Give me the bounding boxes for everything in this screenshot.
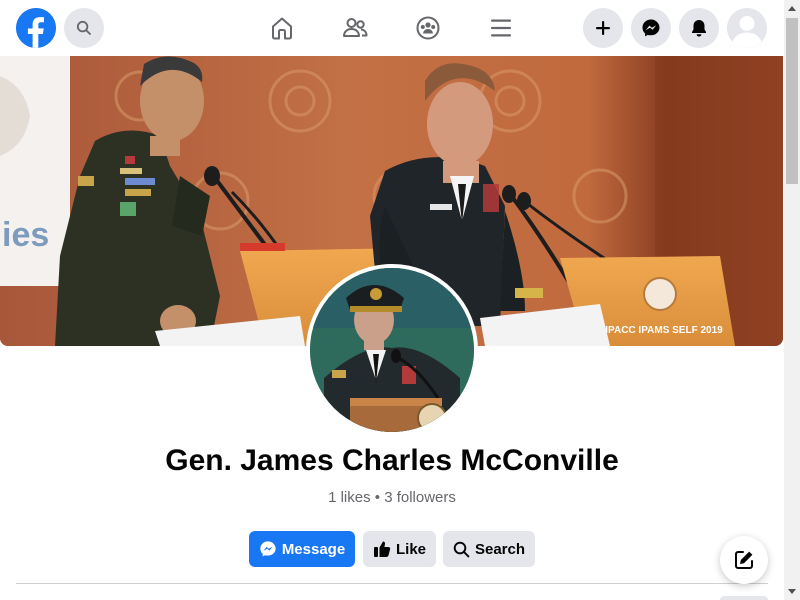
messenger-button[interactable]: [631, 8, 671, 48]
create-button[interactable]: [583, 8, 623, 48]
cover-backdrop-text: ies: [2, 216, 49, 254]
search-icon: [453, 541, 470, 558]
scroll-down-arrow-icon[interactable]: [784, 584, 800, 600]
compose-icon: [733, 549, 755, 571]
nav-friends[interactable]: [339, 12, 371, 44]
nav-groups[interactable]: [412, 12, 444, 44]
thumbs-up-icon: [373, 540, 391, 558]
nav-menu[interactable]: [485, 12, 517, 44]
tab-bar-stub: [720, 596, 768, 600]
message-button-label: Message: [281, 540, 346, 558]
search-page-button[interactable]: Search: [443, 531, 535, 567]
page-title: Gen. James Charles McConville: [165, 444, 619, 477]
messenger-icon: [641, 18, 661, 38]
hamburger-menu-icon: [489, 17, 513, 39]
like-button[interactable]: Like: [363, 531, 436, 567]
facebook-logo-icon[interactable]: [16, 8, 56, 48]
nav-home[interactable]: [266, 12, 298, 44]
message-button[interactable]: Message: [249, 531, 355, 567]
profile-picture-image: [310, 268, 474, 432]
account-avatar-button[interactable]: [727, 8, 767, 48]
page-stats: 1 likes • 3 followers: [328, 489, 456, 506]
cover-lectern-text: IPACC IPAMS SELF 2019: [605, 325, 723, 336]
avatar-icon: [727, 8, 767, 48]
friends-icon: [341, 15, 369, 41]
section-divider: [16, 583, 768, 584]
facebook-page-app: ies IPACC IPAMS SELF 2019 Gen. James Cha…: [0, 0, 800, 600]
profile-picture[interactable]: [306, 264, 478, 436]
messenger-icon: [259, 540, 277, 558]
home-icon: [269, 15, 295, 41]
search-button-label: Search: [474, 540, 526, 558]
new-message-button[interactable]: [720, 536, 768, 584]
notifications-button[interactable]: [679, 8, 719, 48]
page-scrollbar[interactable]: [784, 0, 800, 600]
plus-icon: [594, 19, 612, 37]
top-navigation-bar: [0, 0, 784, 56]
groups-icon: [415, 15, 441, 41]
scrollbar-thumb[interactable]: [786, 18, 798, 184]
like-button-label: Like: [395, 540, 426, 558]
scroll-up-arrow-icon[interactable]: [784, 0, 800, 16]
search-icon: [76, 20, 92, 36]
search-button[interactable]: [64, 8, 104, 48]
bell-icon: [689, 18, 709, 38]
